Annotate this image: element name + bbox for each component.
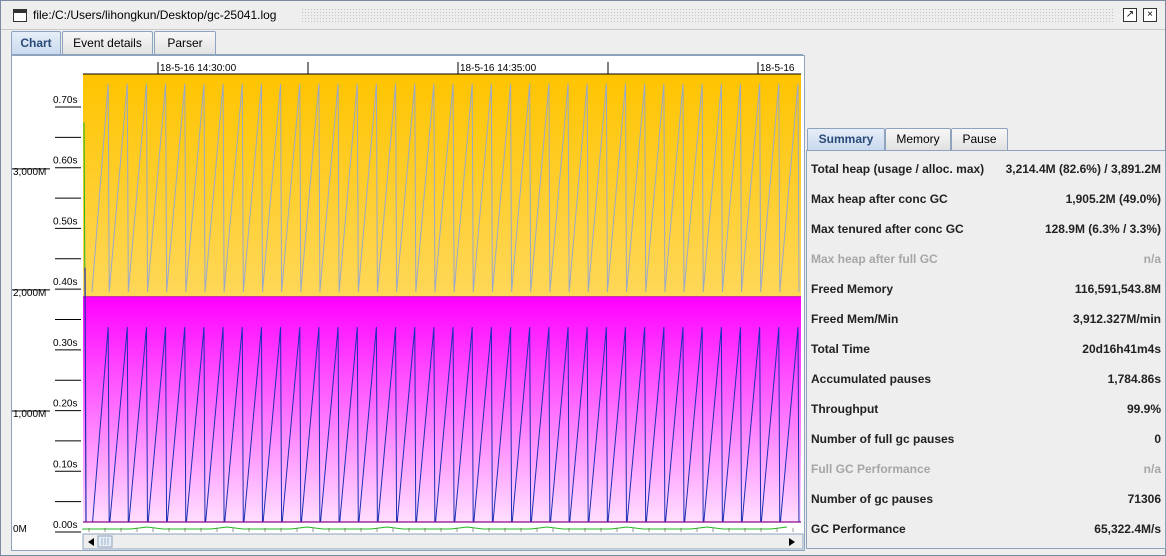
summary-label: Max heap after full GC xyxy=(811,252,938,266)
summary-value: 20d16h41m4s xyxy=(1082,342,1161,356)
horizontal-scrollbar[interactable] xyxy=(82,533,804,550)
title-bar-grip xyxy=(301,8,1115,22)
summary-row: GC Performance 65,322.4M/s xyxy=(807,513,1165,543)
summary-value: n/a xyxy=(1143,252,1161,266)
summary-label: Number of gc pauses xyxy=(811,492,934,506)
pause-axis-label: 0.20s xyxy=(53,399,77,410)
tab-chart[interactable]: Chart xyxy=(11,31,61,55)
summary-label: Freed Memory xyxy=(811,282,894,296)
summary-value: 65,322.4M/s xyxy=(1094,522,1161,536)
tab-pause[interactable]: Pause xyxy=(951,128,1008,150)
tab-event-details[interactable]: Event details xyxy=(62,31,153,54)
summary-value: 1,905.2M (49.0%) xyxy=(1065,192,1161,206)
time-axis-label: 18-5-16 14:35:00 xyxy=(460,63,537,74)
pause-axis-label: 0.70s xyxy=(53,95,77,106)
pause-axis-label: 0.30s xyxy=(53,338,77,349)
summary-row: Max tenured after conc GC 128.9M (6.3% /… xyxy=(807,213,1165,243)
summary-row: Total Time 20d16h41m4s xyxy=(807,333,1165,363)
memory-axis-label: 3,000M xyxy=(13,167,46,178)
pause-axis-label: 0.50s xyxy=(53,216,77,227)
summary-label: Max heap after conc GC xyxy=(811,192,948,206)
window-title: file:/C:/Users/lihongkun/Desktop/gc-2504… xyxy=(33,8,277,22)
summary-row: Max heap after conc GC 1,905.2M (49.0%) xyxy=(807,183,1165,213)
summary-label: Full GC Performance xyxy=(811,462,931,476)
summary-row: Max heap after full GC n/a xyxy=(807,243,1165,273)
bottom-band xyxy=(83,522,801,534)
time-axis-label: 18-5-16 xyxy=(760,63,795,74)
summary-label: Freed Mem/Min xyxy=(811,312,899,326)
summary-table: Total heap (usage / alloc. max) 3,214.4M… xyxy=(806,151,1166,549)
summary-label: Total heap (usage / alloc. max) xyxy=(811,162,985,176)
summary-label: GC Performance xyxy=(811,522,906,536)
summary-label: Total Time xyxy=(811,342,870,356)
summary-value: n/a xyxy=(1143,462,1161,476)
summary-row: Total heap (usage / alloc. max) 3,214.4M… xyxy=(807,153,1165,183)
summary-row: Throughput 99.9% xyxy=(807,393,1165,423)
summary-value: 3,214.4M (82.6%) / 3,891.2M xyxy=(1005,162,1161,176)
summary-row: Freed Mem/Min 3,912.327M/min xyxy=(807,303,1165,333)
summary-row: Full GC Performance n/a xyxy=(807,453,1165,483)
application-window: file:/C:/Users/lihongkun/Desktop/gc-2504… xyxy=(0,0,1166,556)
pause-axis-label: 0.00s xyxy=(53,520,77,531)
summary-label: Max tenured after conc GC xyxy=(811,222,964,236)
summary-value: 1,784.86s xyxy=(1107,372,1161,386)
summary-value: 71306 xyxy=(1127,492,1161,506)
tab-summary[interactable]: Summary xyxy=(807,128,885,150)
summary-panel: Summary Memory Pause Total heap (usage /… xyxy=(806,55,1166,549)
maximize-icon[interactable]: ↗ xyxy=(1123,8,1137,22)
document-icon xyxy=(13,9,27,22)
pause-axis-label: 0.10s xyxy=(53,459,77,470)
summary-row: Number of gc pauses 71306 xyxy=(807,483,1165,513)
summary-row: Accumulated pauses 1,784.86s xyxy=(807,363,1165,393)
chart-panel: 3,000M 2,000M 1,000M 0M 0.70s 0.60s 0.50s 0.40s… xyxy=(11,55,805,551)
tab-memory[interactable]: Memory xyxy=(885,128,951,150)
pause-axis-label: 0.40s xyxy=(53,277,77,288)
tenured-area xyxy=(83,296,801,526)
summary-value: 99.9% xyxy=(1126,402,1161,416)
summary-value: 128.9M (6.3% / 3.3%) xyxy=(1044,222,1161,236)
pause-axis-label: 0.60s xyxy=(53,156,77,167)
summary-value: 116,591,543.8M xyxy=(1074,282,1161,296)
summary-value: 3,912.327M/min xyxy=(1072,312,1161,326)
title-bar: file:/C:/Users/lihongkun/Desktop/gc-2504… xyxy=(1,1,1165,30)
tab-parser[interactable]: Parser xyxy=(154,31,216,54)
summary-label: Accumulated pauses xyxy=(811,372,932,386)
memory-axis-label: 1,000M xyxy=(13,409,46,420)
summary-label: Number of full gc pauses xyxy=(811,432,955,446)
summary-row: Freed Memory 116,591,543.8M xyxy=(807,273,1165,303)
summary-row: Number of full gc pauses 0 xyxy=(807,423,1165,453)
gc-chart: 3,000M 2,000M 1,000M 0M 0.70s 0.60s 0.50s 0.40s… xyxy=(12,56,804,550)
close-icon[interactable]: × xyxy=(1143,8,1157,22)
summary-value: 0 xyxy=(1154,432,1161,446)
memory-axis-label: 2,000M xyxy=(13,288,46,299)
summary-label: Throughput xyxy=(811,402,879,416)
time-axis-label: 18-5-16 14:30:00 xyxy=(160,63,237,74)
memory-axis-label: 0M xyxy=(13,524,27,535)
